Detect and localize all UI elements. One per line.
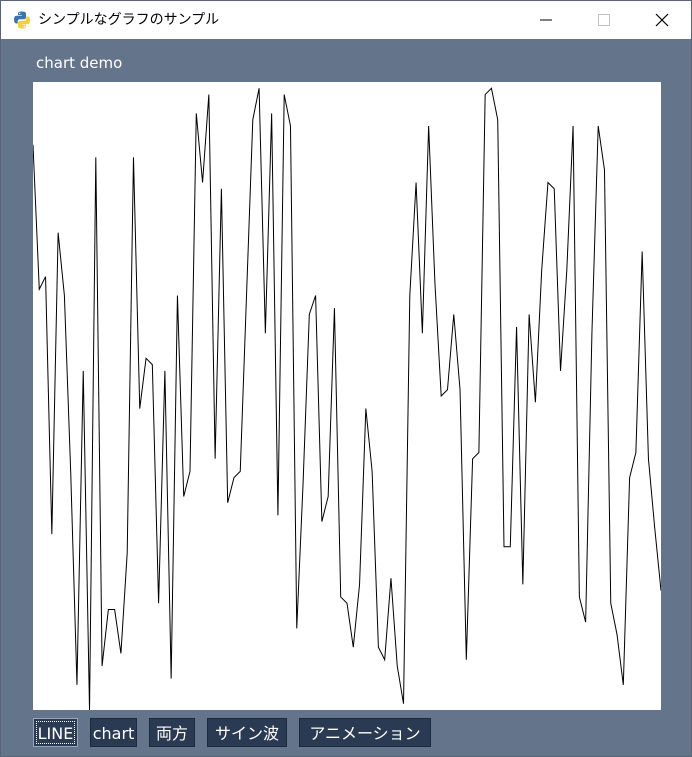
python-icon — [14, 11, 30, 29]
close-icon — [655, 13, 669, 27]
maximize-icon — [598, 14, 610, 26]
chart-series-line — [33, 87, 661, 710]
both-button[interactable]: 両方 — [149, 718, 195, 747]
minimize-button[interactable] — [517, 1, 575, 39]
minimize-icon — [540, 19, 552, 21]
app-window: シンプルなグラフのサンプル chart demo LINE chart 両方 サ… — [0, 0, 692, 757]
chart-demo-label: chart demo — [36, 54, 123, 72]
close-button[interactable] — [633, 1, 691, 39]
line-button[interactable]: LINE — [33, 718, 78, 747]
chart-button[interactable]: chart — [90, 718, 137, 747]
sine-wave-button[interactable]: サイン波 — [207, 718, 287, 747]
title-bar[interactable]: シンプルなグラフのサンプル — [1, 1, 691, 39]
chart-canvas[interactable] — [33, 82, 661, 710]
line-chart — [33, 87, 661, 710]
maximize-button[interactable] — [575, 1, 633, 39]
window-title: シンプルなグラフのサンプル — [38, 12, 220, 28]
animation-button[interactable]: アニメーション — [299, 718, 431, 747]
